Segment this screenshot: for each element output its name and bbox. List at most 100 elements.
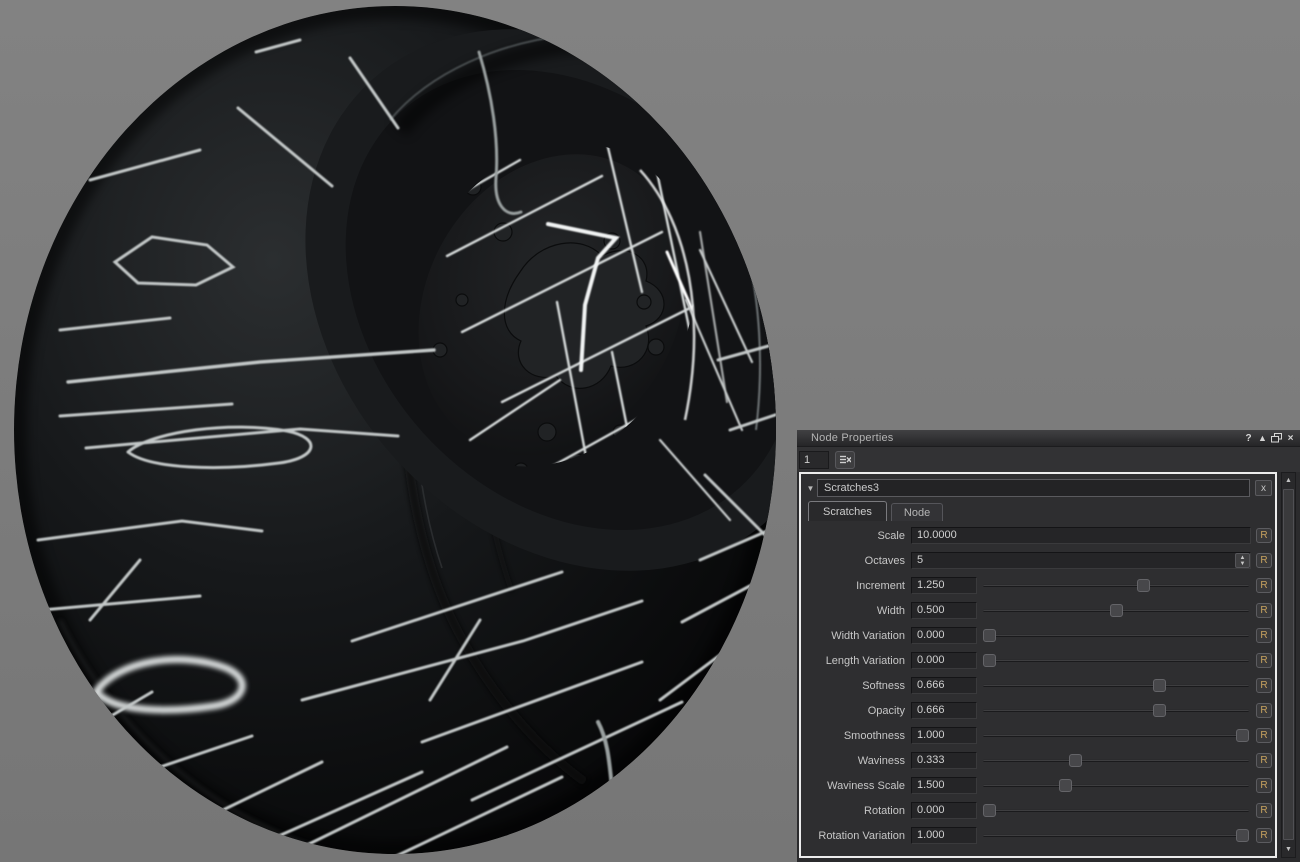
reset-button[interactable]: R bbox=[1256, 603, 1272, 618]
smoothness-field[interactable]: 1.000 bbox=[911, 727, 977, 744]
slider-track bbox=[983, 809, 1249, 812]
reset-button[interactable]: R bbox=[1256, 678, 1272, 693]
slider-handle[interactable] bbox=[1058, 779, 1072, 792]
octaves-spinner[interactable]: ▲ ▼ bbox=[1235, 553, 1250, 568]
collapse-arrow-icon[interactable]: ▼ bbox=[804, 484, 817, 493]
scroll-down-icon[interactable]: ▼ bbox=[1283, 843, 1294, 856]
smoothness-slider[interactable] bbox=[983, 727, 1249, 744]
increment-field[interactable]: 1.250 bbox=[911, 577, 977, 594]
param-label: Width bbox=[876, 604, 905, 617]
param-row-waviness-scale: Waviness Scale 1.500 R bbox=[804, 773, 1272, 798]
slider-handle[interactable] bbox=[983, 629, 996, 642]
panel-scrollbar[interactable]: ▲ ▼ bbox=[1281, 472, 1296, 858]
slider-handle[interactable] bbox=[983, 804, 996, 817]
slider-track bbox=[983, 734, 1249, 737]
param-label: Rotation bbox=[864, 804, 905, 817]
waviness-field[interactable]: 0.333 bbox=[911, 752, 977, 769]
index-field[interactable]: 1 bbox=[799, 450, 829, 469]
param-label: Waviness bbox=[857, 754, 905, 767]
slider-track bbox=[983, 759, 1249, 762]
param-row-scale: Scale 10.0000 R bbox=[804, 523, 1272, 548]
reset-button[interactable]: R bbox=[1256, 828, 1272, 843]
slider-track bbox=[983, 684, 1249, 687]
length-variation-slider[interactable] bbox=[983, 652, 1249, 669]
slider-handle[interactable] bbox=[1236, 729, 1249, 742]
scratches3-groupbox: ▼ Scratches3 x Scratches Node Scale 10.0… bbox=[799, 472, 1277, 858]
application-window: Node Properties ? ▲ × 1 ▼ Scratches3 x S… bbox=[0, 0, 1300, 862]
slider-handle[interactable] bbox=[983, 654, 996, 667]
panel-thumb-icon[interactable]: ▲ bbox=[1256, 432, 1269, 445]
waviness-scale-field[interactable]: 1.500 bbox=[911, 777, 977, 794]
length-variation-field[interactable]: 0.000 bbox=[911, 652, 977, 669]
node-header: ▼ Scratches3 x bbox=[801, 474, 1275, 499]
reset-button[interactable]: R bbox=[1256, 753, 1272, 768]
param-row-waviness: Waviness 0.333 R bbox=[804, 748, 1272, 773]
node-properties-panel: Node Properties ? ▲ × 1 ▼ Scratches3 x S… bbox=[797, 430, 1300, 862]
panel-titlebar[interactable]: Node Properties ? ▲ × bbox=[797, 430, 1300, 447]
waviness-slider[interactable] bbox=[983, 752, 1249, 769]
slider-track bbox=[983, 584, 1249, 587]
reset-button[interactable]: R bbox=[1256, 628, 1272, 643]
rotation-slider[interactable] bbox=[983, 802, 1249, 819]
softness-field[interactable]: 0.666 bbox=[911, 677, 977, 694]
slider-track bbox=[983, 784, 1249, 787]
param-row-smoothness: Smoothness 1.000 R bbox=[804, 723, 1272, 748]
param-row-width-variation: Width Variation 0.000 R bbox=[804, 623, 1272, 648]
param-label: Softness bbox=[862, 679, 905, 692]
width-variation-field[interactable]: 0.000 bbox=[911, 627, 977, 644]
param-row-octaves: Octaves 5 ▲ ▼ R bbox=[804, 548, 1272, 573]
increment-slider[interactable] bbox=[983, 577, 1249, 594]
close-icon[interactable]: × bbox=[1284, 432, 1297, 445]
reset-button[interactable]: R bbox=[1256, 553, 1272, 568]
reset-button[interactable]: R bbox=[1256, 803, 1272, 818]
opacity-slider[interactable] bbox=[983, 702, 1249, 719]
scale-field[interactable]: 10.0000 bbox=[911, 527, 1251, 544]
waviness-scale-slider[interactable] bbox=[983, 777, 1249, 794]
reset-button[interactable]: R bbox=[1256, 778, 1272, 793]
slider-handle[interactable] bbox=[1109, 604, 1123, 617]
param-label: Length Variation bbox=[825, 654, 905, 667]
clear-list-button[interactable] bbox=[835, 450, 855, 469]
param-row-length-variation: Length Variation 0.000 R bbox=[804, 648, 1272, 673]
opacity-field[interactable]: 0.666 bbox=[911, 702, 977, 719]
node-name-field[interactable]: Scratches3 bbox=[817, 479, 1250, 497]
width-variation-slider[interactable] bbox=[983, 627, 1249, 644]
help-icon[interactable]: ? bbox=[1242, 432, 1255, 445]
restore-icon[interactable] bbox=[1270, 432, 1283, 445]
rotation-variation-field[interactable]: 1.000 bbox=[911, 827, 977, 844]
width-field[interactable]: 0.500 bbox=[911, 602, 977, 619]
slider-handle[interactable] bbox=[1152, 704, 1166, 717]
param-row-increment: Increment 1.250 R bbox=[804, 573, 1272, 598]
param-row-softness: Softness 0.666 R bbox=[804, 673, 1272, 698]
octaves-field[interactable]: 5 bbox=[911, 552, 1251, 569]
param-row-opacity: Opacity 0.666 R bbox=[804, 698, 1272, 723]
param-row-rotation-variation: Rotation Variation 1.000 R bbox=[804, 823, 1272, 848]
param-label: Waviness Scale bbox=[827, 779, 905, 792]
param-label: Rotation Variation bbox=[818, 829, 905, 842]
reset-button[interactable]: R bbox=[1256, 528, 1272, 543]
param-label: Octaves bbox=[864, 554, 905, 567]
scrollbar-thumb[interactable] bbox=[1283, 489, 1294, 840]
tab-node[interactable]: Node bbox=[890, 503, 944, 521]
slider-handle[interactable] bbox=[1137, 579, 1151, 592]
slider-handle[interactable] bbox=[1152, 679, 1166, 692]
scroll-up-icon[interactable]: ▲ bbox=[1283, 474, 1294, 487]
reset-button[interactable]: R bbox=[1256, 578, 1272, 593]
slider-handle[interactable] bbox=[1069, 754, 1083, 767]
param-label: Scale bbox=[877, 529, 905, 542]
slider-track bbox=[983, 634, 1249, 637]
param-row-rotation: Rotation 0.000 R bbox=[804, 798, 1272, 823]
clear-list-icon bbox=[839, 455, 851, 464]
tab-scratches[interactable]: Scratches bbox=[808, 501, 887, 521]
rotation-variation-slider[interactable] bbox=[983, 827, 1249, 844]
reset-button[interactable]: R bbox=[1256, 653, 1272, 668]
softness-slider[interactable] bbox=[983, 677, 1249, 694]
width-slider[interactable] bbox=[983, 602, 1249, 619]
spin-down-icon[interactable]: ▼ bbox=[1240, 561, 1246, 567]
reset-button[interactable]: R bbox=[1256, 728, 1272, 743]
node-close-button[interactable]: x bbox=[1255, 480, 1272, 496]
rotation-field[interactable]: 0.000 bbox=[911, 802, 977, 819]
slider-track bbox=[983, 834, 1249, 837]
reset-button[interactable]: R bbox=[1256, 703, 1272, 718]
slider-handle[interactable] bbox=[1236, 829, 1249, 842]
